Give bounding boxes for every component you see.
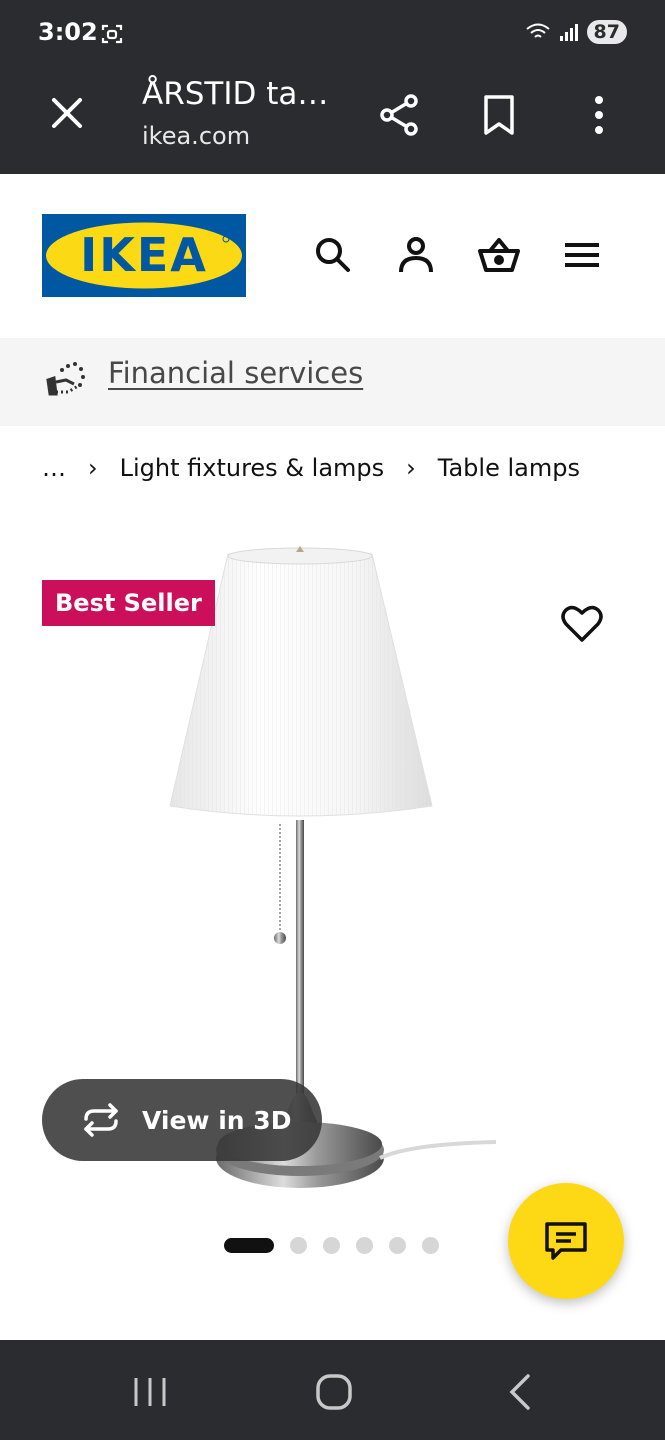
tab-title: ÅRSTID ta… [142,76,329,112]
search-icon[interactable] [310,232,356,278]
basket-icon[interactable] [476,232,522,278]
site-header: IKEA [0,174,665,338]
breadcrumb: … › Light fixtures & lamps › Table lamps [42,454,580,482]
more-vert-icon[interactable] [578,92,620,138]
favorite-heart-icon[interactable] [558,600,606,648]
signal-icon [559,24,578,41]
chat-icon [545,1222,587,1260]
carousel-dot[interactable] [389,1236,406,1254]
recent-apps-icon[interactable] [128,1370,172,1414]
menu-icon[interactable] [559,232,605,278]
system-navigation-bar [0,1340,665,1440]
tab-url[interactable]: ikea.com [142,122,250,150]
breadcrumb-item-light-fixtures[interactable]: Light fixtures & lamps [120,454,385,482]
breadcrumb-separator: › [406,454,416,482]
breadcrumb-item-ellipsis[interactable]: … [42,454,66,482]
carousel-indicator [224,1236,439,1254]
status-time: 3:02 [38,18,98,46]
carousel-dot[interactable] [323,1236,340,1254]
status-bar: 3:02 87 [0,0,665,64]
carousel-dot[interactable] [356,1236,373,1254]
close-icon[interactable] [44,90,90,136]
back-icon[interactable] [500,1370,544,1414]
financial-services-link[interactable]: Financial services [108,356,363,390]
screen-capture-icon [101,24,123,44]
ikea-logo[interactable]: IKEA [42,214,246,297]
carousel-dot-active[interactable] [224,1237,274,1253]
view-in-3d-button[interactable]: View in 3D [42,1079,322,1161]
financial-services-icon [46,362,85,396]
breadcrumb-item-table-lamps[interactable]: Table lamps [438,454,580,482]
status-icons: 87 [525,20,627,44]
carousel-dot[interactable] [290,1236,307,1254]
view-in-3d-label: View in 3D [142,1105,292,1135]
share-icon[interactable] [376,92,422,138]
best-seller-badge: Best Seller [42,580,215,626]
rotate-3d-icon [84,1103,118,1137]
browser-toolbar: ÅRSTID ta… ikea.com [0,64,665,174]
breadcrumb-separator: › [88,454,98,482]
battery-level: 87 [586,20,627,44]
chat-button[interactable] [508,1183,624,1299]
account-icon[interactable] [393,232,439,278]
bookmark-icon[interactable] [478,92,520,138]
home-icon[interactable] [312,1370,356,1414]
svg-text:IKEA: IKEA [80,228,208,282]
financial-services-bar: Financial services [0,338,665,426]
product-gallery[interactable]: Best Seller View in 3D [0,520,665,1220]
wifi-icon [525,23,550,38]
carousel-dot[interactable] [422,1236,439,1254]
